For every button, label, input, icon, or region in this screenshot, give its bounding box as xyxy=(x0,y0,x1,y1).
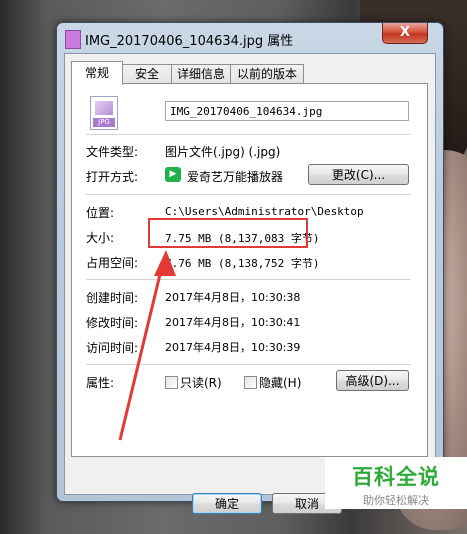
tab-general[interactable]: 常规 xyxy=(71,61,123,85)
watermark-subtitle: 助你轻松解决 xyxy=(363,494,429,507)
watermark-title: 百科全说 xyxy=(352,465,440,489)
watermark-logo: 百科全说 助你轻松解决 xyxy=(325,457,467,509)
arrow-shaft xyxy=(118,261,165,441)
arrow-head xyxy=(154,250,176,276)
